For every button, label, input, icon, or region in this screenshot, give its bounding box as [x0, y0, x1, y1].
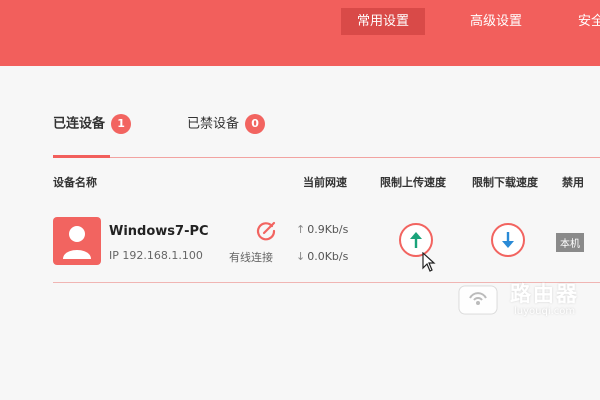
active-tab-indicator — [53, 155, 110, 158]
upload-speed-value: 0.9Kb/s — [307, 223, 349, 236]
limit-download-button[interactable] — [491, 223, 525, 257]
nav-tab-security[interactable]: 安全 — [578, 8, 600, 35]
header-limit-upload: 限制上传速度 — [380, 176, 446, 189]
arrow-down-icon — [502, 232, 514, 248]
tab-connected-label: 已连设备 — [53, 116, 106, 132]
nav-tab-advanced-settings[interactable]: 高级设置 — [470, 8, 522, 35]
watermark-url: luyouqi.com — [514, 306, 576, 317]
arrow-up-small-icon: ↑ — [296, 223, 306, 236]
connection-type: 有线连接 — [229, 251, 273, 264]
arrow-down-small-icon: ↓ — [296, 250, 306, 263]
tab-banned-label: 已禁设备 — [187, 116, 240, 132]
connected-count-badge: 1 — [111, 114, 132, 134]
tab-banned-devices[interactable]: 已禁设备 0 — [187, 114, 266, 134]
tab-divider — [53, 157, 600, 158]
device-name: Windows7-PC — [109, 224, 209, 239]
download-speed-value: 0.0Kb/s — [307, 250, 349, 263]
nav-tab-common-settings[interactable]: 常用设置 — [341, 8, 426, 35]
local-device-tag: 本机 — [556, 233, 584, 252]
header-ban: 禁用 — [562, 176, 584, 189]
device-management-panel: 已连设备 1 已禁设备 0 设备名称 当前网速 限制上传速度 限制下载速度 禁用 W… — [0, 66, 600, 400]
watermark-title: 路由器 — [510, 282, 579, 306]
header-current-speed: 当前网速 — [303, 176, 347, 189]
tab-connected-devices[interactable]: 已连设备 1 — [53, 114, 132, 134]
device-ip: IP 192.168.1.100 — [109, 249, 203, 262]
user-icon — [53, 217, 101, 265]
watermark: 路由器 luyouqi.com — [458, 272, 600, 332]
banned-count-badge: 0 — [245, 114, 266, 134]
router-logo-icon — [458, 285, 498, 315]
header-limit-download: 限制下载速度 — [472, 176, 538, 189]
top-nav-bar: 常用设置 高级设置 安全 — [0, 0, 600, 66]
upload-speed: ↑ 0.9Kb/s — [296, 223, 348, 236]
arrow-up-icon — [410, 232, 422, 248]
edit-icon[interactable] — [255, 220, 277, 242]
header-device-name: 设备名称 — [53, 176, 97, 189]
mouse-cursor-icon — [422, 251, 436, 276]
download-speed: ↓ 0.0Kb/s — [296, 250, 348, 263]
